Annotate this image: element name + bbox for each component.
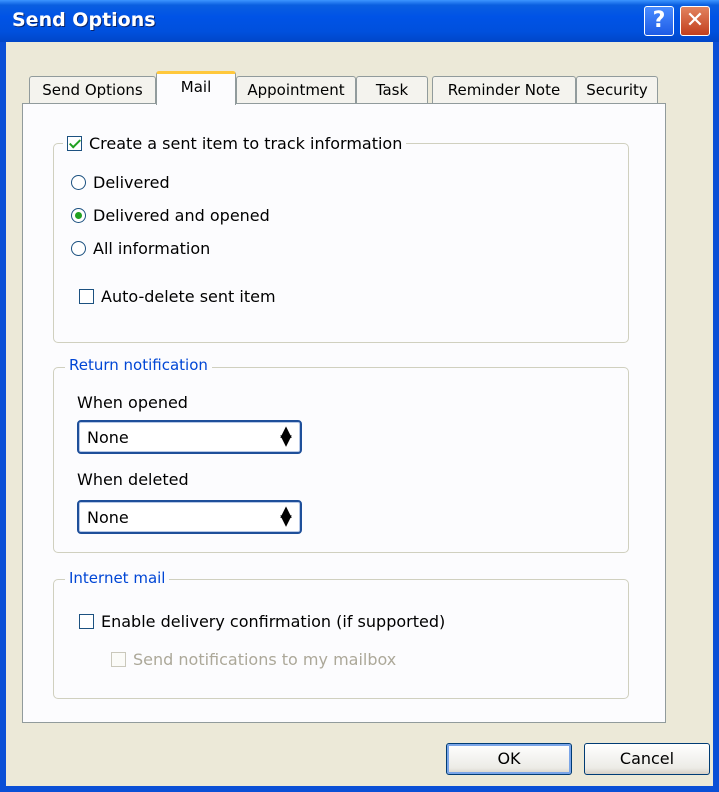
send-notifications-label: Send notifications to my mailbox [133, 650, 397, 669]
updown-arrows-icon: ▲ ▼ [280, 422, 292, 449]
help-button[interactable]: ? [644, 6, 674, 36]
checkbox-icon[interactable] [79, 614, 94, 629]
radio-delivered-and-opened[interactable]: Delivered and opened [71, 206, 270, 225]
radio-delivered[interactable]: Delivered [71, 173, 170, 192]
window-border-bottom [0, 786, 719, 792]
radio-all-information-label: All information [93, 239, 211, 258]
radio-all-information[interactable]: All information [71, 239, 210, 258]
create-sent-item-label: Create a sent item to track information [89, 134, 403, 153]
window-border-left [0, 42, 6, 792]
tab-appointment[interactable]: Appointment [236, 76, 356, 104]
checkbox-disabled-icon[interactable] [111, 652, 126, 667]
help-icon: ? [652, 8, 666, 33]
return-notification-legend: Return notification [65, 356, 212, 374]
enable-delivery-confirmation-checkbox[interactable]: Enable delivery confirmation (if support… [79, 612, 445, 631]
tab-mail[interactable]: Mail [156, 71, 236, 105]
checkbox-icon[interactable] [79, 289, 94, 304]
tab-label: Appointment [247, 81, 345, 99]
close-icon: ✕ [685, 8, 705, 33]
close-button[interactable]: ✕ [680, 6, 710, 36]
window-border-right [713, 42, 719, 792]
radio-delivered-and-opened-label: Delivered and opened [93, 206, 270, 225]
radio-selected-icon[interactable] [71, 208, 86, 223]
title-bar[interactable]: Send Options ? ✕ [0, 0, 719, 42]
auto-delete-label: Auto-delete sent item [101, 287, 276, 306]
when-deleted-select[interactable]: None ▲ ▼ [77, 500, 302, 534]
mail-tab-panel: Create a sent item to track information … [22, 103, 666, 723]
when-opened-value: None [87, 428, 129, 447]
when-deleted-value: None [87, 508, 129, 527]
tab-label: Task [375, 81, 409, 99]
tab-security[interactable]: Security [576, 76, 658, 104]
auto-delete-checkbox[interactable]: Auto-delete sent item [79, 287, 276, 306]
when-opened-select[interactable]: None ▲ ▼ [77, 420, 302, 454]
send-notifications-checkbox[interactable]: Send notifications to my mailbox [111, 650, 396, 669]
when-opened-label: When opened [77, 393, 188, 412]
tab-label: Reminder Note [447, 81, 561, 99]
cancel-button[interactable]: Cancel [584, 743, 710, 775]
tab-label: Security [586, 81, 648, 99]
updown-arrows-icon: ▲ ▼ [280, 502, 292, 529]
tab-send-options[interactable]: Send Options [29, 76, 156, 104]
internet-mail-legend: Internet mail [65, 569, 170, 587]
radio-delivered-label: Delivered [93, 173, 170, 192]
radio-icon[interactable] [71, 175, 86, 190]
cancel-button-label: Cancel [619, 749, 675, 768]
ok-button-label: OK [497, 749, 521, 768]
enable-delivery-confirmation-label: Enable delivery confirmation (if support… [101, 612, 446, 631]
tab-label: Mail [180, 78, 212, 96]
when-deleted-label: When deleted [77, 470, 189, 489]
tab-reminder-note[interactable]: Reminder Note [432, 76, 576, 104]
internet-mail-group [53, 579, 629, 699]
create-sent-item-checkbox[interactable]: Create a sent item to track information [63, 134, 407, 153]
radio-icon[interactable] [71, 241, 86, 256]
tab-label: Send Options [42, 81, 143, 99]
ok-button[interactable]: OK [446, 743, 572, 775]
window-title: Send Options [12, 9, 156, 31]
checkbox-checked-icon[interactable] [67, 136, 82, 151]
tab-task[interactable]: Task [356, 76, 428, 104]
